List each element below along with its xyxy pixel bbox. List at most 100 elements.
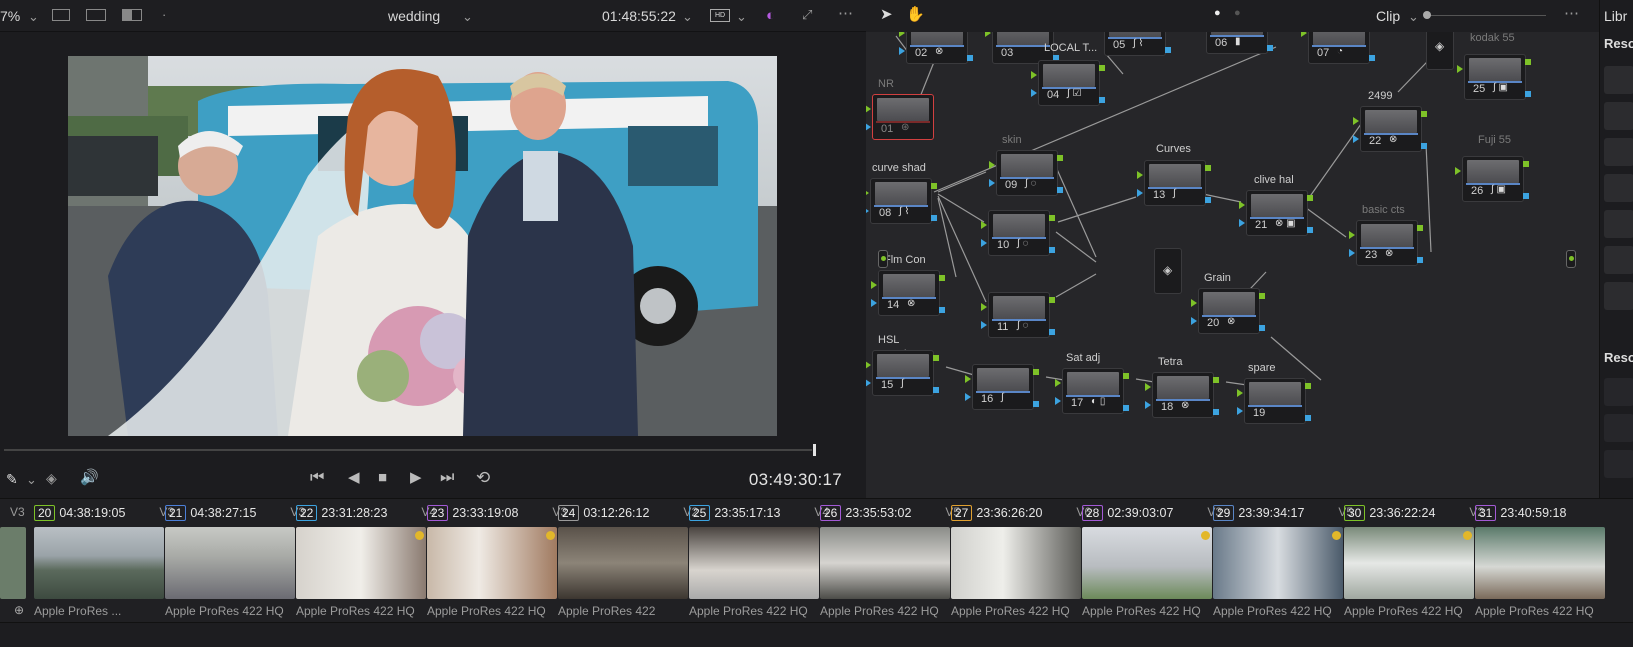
clip-item[interactable]: 24 03:12:26:12 V2 Apple ProRes 422 [558, 499, 698, 623]
node-11[interactable]: 11 ∫ ◌ [981, 292, 1055, 338]
node-05[interactable]: 05 ∫ ⌇ [1104, 32, 1171, 56]
clip-item[interactable]: 30 23:36:22:24 V2 Apple ProRes 422 HQ [1344, 499, 1484, 623]
play-reverse-icon[interactable]: ◀ [348, 470, 360, 485]
chevron-down-icon[interactable]: ⌄ [736, 10, 747, 23]
hd-monitor-icon[interactable]: HD [710, 9, 730, 22]
node-06[interactable]: 06 ▮ [1206, 32, 1273, 54]
clip-thumbnail[interactable] [1082, 527, 1212, 599]
clip-item[interactable]: 20 04:38:19:05 V3 Apple ProRes ... [34, 499, 174, 623]
clip-item[interactable]: 22 23:31:28:23 V4 Apple ProRes 422 HQ [296, 499, 436, 623]
node-13[interactable]: 13 ∫ [1137, 160, 1211, 206]
go-to-start-icon[interactable]: ⏮ [310, 470, 324, 486]
hand-icon[interactable]: ✋ [906, 7, 925, 22]
clip-thumbnail[interactable] [427, 527, 557, 599]
page-dot-icon[interactable]: ● [1214, 8, 1221, 19]
node-input-source[interactable] [878, 250, 888, 268]
volume-icon[interactable]: 🔊 [80, 470, 99, 485]
node-23[interactable]: 23 ⊗ [1349, 220, 1423, 266]
clip-thumbnail[interactable] [558, 527, 688, 599]
fx-item[interactable] [1604, 282, 1633, 310]
node-output[interactable] [1566, 250, 1576, 268]
zoom-level[interactable]: 7% [0, 8, 20, 24]
node-18[interactable]: 18 ⊗ [1145, 372, 1219, 418]
fullscreen-icon[interactable]: ⤢ [802, 8, 812, 21]
clip-thumbnail[interactable] [820, 527, 950, 599]
eyedropper-icon[interactable]: ✎ [6, 472, 18, 486]
stop-icon[interactable]: ■ [378, 470, 387, 485]
fx-item[interactable] [1604, 174, 1633, 202]
clip-thumbnail[interactable] [34, 527, 164, 599]
zoom-slider-handle[interactable] [1423, 11, 1431, 19]
video-frame[interactable] [68, 56, 777, 436]
node-02[interactable]: 02 ⊗ [899, 32, 973, 64]
node-04[interactable]: 04 ∫ ☑ [1031, 60, 1105, 106]
chevron-down-icon[interactable]: ⌄ [1408, 10, 1419, 23]
clip-item[interactable]: 27 23:36:26:20 V6 Apple ProRes 422 HQ [951, 499, 1091, 623]
chevron-down-icon[interactable]: ⌄ [28, 10, 39, 23]
go-to-end-icon[interactable]: ⏭ [440, 470, 454, 486]
clip-thumbnail[interactable] [951, 527, 1081, 599]
clip-thumbnail[interactable] [165, 527, 295, 599]
fx-item[interactable] [1604, 414, 1633, 442]
node-15[interactable]: 15 ∫ [866, 350, 939, 396]
fx-item[interactable] [1604, 246, 1633, 274]
chevron-down-icon[interactable]: ⌄ [682, 10, 693, 23]
layer-mixer-node[interactable]: ◈ [1154, 248, 1182, 294]
scrub-bar[interactable] [0, 440, 866, 460]
fx-item[interactable] [1604, 138, 1633, 166]
clip-thumbnail[interactable] [1213, 527, 1343, 599]
clip-item[interactable]: 31 23:40:59:18 Apple ProRes 422 HQ [1475, 499, 1611, 623]
fx-item[interactable] [1604, 102, 1633, 130]
clip-item[interactable]: 23 23:33:19:08 V3 Apple ProRes 422 HQ [427, 499, 567, 623]
chevron-down-icon[interactable]: ⌄ [26, 473, 37, 486]
loop-icon[interactable]: ⟲ [476, 469, 490, 486]
fx-item[interactable] [1604, 66, 1633, 94]
play-icon[interactable]: ▶ [410, 470, 422, 485]
more-options-icon[interactable]: ⋯ [1564, 6, 1579, 21]
node-22[interactable]: 22 ⊗ [1353, 106, 1427, 152]
node-26[interactable]: 26 ∫ ▣ [1455, 156, 1529, 202]
split-viewer-icon[interactable] [122, 9, 142, 21]
node-14[interactable]: 14 ⊗ [871, 270, 945, 316]
node-16[interactable]: 16 ∫ [965, 364, 1039, 410]
single-viewer-icon[interactable] [52, 9, 70, 21]
clip-item[interactable]: 21 04:38:27:15 V3 Apple ProRes 422 HQ [165, 499, 305, 623]
node-21[interactable]: 21 ⊗ ▣ [1239, 190, 1313, 236]
node-25[interactable]: 25 ∫ ▣ [1457, 54, 1531, 100]
clip-partial[interactable]: V3 ⊕ [0, 499, 34, 623]
chevron-down-icon[interactable]: ⌄ [462, 10, 473, 23]
clip-thumbnail[interactable] [1475, 527, 1605, 599]
layers-icon[interactable]: ◈ [46, 471, 57, 485]
node-08[interactable]: 08 ∫ ⌇ [866, 178, 937, 224]
clip-thumbnail[interactable] [296, 527, 426, 599]
fx-item[interactable] [1604, 450, 1633, 478]
pointer-icon[interactable]: ➤ [880, 7, 893, 22]
clip-item[interactable]: 29 23:39:34:17 V5 Apple ProRes 422 HQ [1213, 499, 1353, 623]
clip-header: 28 02:39:03:07 V3 [1082, 505, 1222, 521]
page-dot-icon[interactable]: ● [1234, 8, 1241, 19]
fx-item[interactable] [1604, 378, 1633, 406]
node-19[interactable]: 19 [1237, 378, 1311, 424]
node-20[interactable]: 20 ⊗ [1191, 288, 1265, 334]
clip-thumbnail[interactable] [1344, 527, 1474, 599]
node-17[interactable]: 17 ◐ ▯ [1055, 368, 1129, 414]
node-01[interactable]: 01 ⊛ [866, 94, 934, 140]
library-tab[interactable]: Libr [1604, 8, 1627, 24]
clip-item[interactable]: 25 23:35:17:13 V4 Apple ProRes 422 HQ [689, 499, 829, 623]
fx-item[interactable] [1604, 210, 1633, 238]
playhead[interactable] [813, 444, 817, 456]
more-options-icon[interactable]: ⋯ [838, 6, 853, 21]
clip-item[interactable]: 28 02:39:03:07 V3 Apple ProRes 422 HQ [1082, 499, 1222, 623]
layer-mixer-node[interactable]: ◈ [1426, 32, 1454, 70]
node-mode-select[interactable]: Clip [1376, 8, 1400, 24]
node-graph[interactable]: 02 ⊗ 03 05 ∫ ⌇ 06 ▮ 07 ◔ LOCAL T... 04 ∫ ☑ NR… [866, 32, 1599, 498]
clip-name[interactable]: wedding [388, 8, 440, 24]
node-09[interactable]: 09 ∫ ◌ [989, 150, 1063, 196]
clip-thumbnail[interactable] [689, 527, 819, 599]
node-10[interactable]: 10 ∫ ◌ [981, 210, 1055, 256]
node-07[interactable]: 07 ◔ [1301, 32, 1375, 64]
grid-viewer-icon[interactable] [86, 9, 106, 21]
zoom-slider[interactable] [1426, 15, 1546, 16]
color-wheel-icon[interactable]: ◐ [766, 8, 775, 23]
clip-item[interactable]: 26 23:35:53:02 V5 Apple ProRes 422 HQ [820, 499, 960, 623]
